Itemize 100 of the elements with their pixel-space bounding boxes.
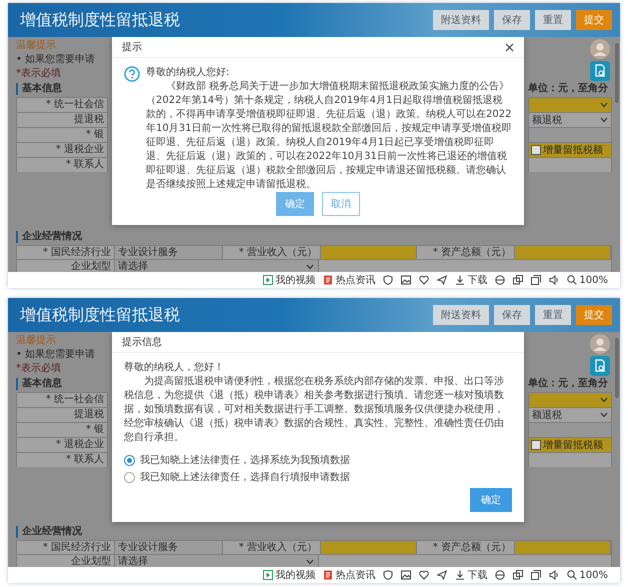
download-icon — [455, 570, 466, 580]
input-field[interactable] — [515, 541, 611, 554]
image-icon[interactable] — [401, 275, 412, 285]
field-label: * 联系人 — [16, 452, 108, 467]
field-label: 提退税 — [16, 407, 108, 422]
notice-title: 温馨提示 — [16, 39, 57, 53]
input-field[interactable] — [321, 246, 417, 259]
field-label: * 营业收入（元） — [223, 246, 321, 259]
field-label: * 国民经济行业 — [17, 541, 115, 554]
search-icon — [567, 570, 578, 580]
header-button[interactable]: 提交 — [576, 305, 612, 325]
layers-icon[interactable] — [513, 275, 524, 285]
field-label: * 资产总额（元） — [417, 246, 515, 259]
header-button[interactable]: 保存 — [494, 305, 530, 325]
dropdown-field[interactable]: 请选择 — [115, 555, 319, 567]
input-field[interactable] — [321, 541, 417, 554]
greeting-text: 尊敬的纳税人您好: — [146, 66, 230, 80]
search-icon — [567, 275, 578, 285]
page-title: 增值税制度性留抵退税 — [20, 10, 180, 30]
status-bar-button[interactable]: 我的视频 — [263, 568, 316, 582]
status-bar-button[interactable]: 100% — [567, 274, 608, 286]
radio-button[interactable] — [124, 472, 135, 482]
field-label: * 联系人 — [16, 157, 108, 172]
speaker-icon[interactable] — [549, 570, 560, 580]
heart-icon[interactable] — [419, 275, 430, 285]
speaker-icon[interactable] — [549, 275, 560, 285]
checkbox-label: 增量留抵税额 — [543, 144, 603, 157]
option-label[interactable]: 我已知晓上述法律责任，选择系统为我预填数据 — [140, 453, 350, 467]
field-label: * 银 — [16, 127, 108, 142]
value-field[interactable]: 专业设计服务 — [115, 246, 223, 259]
download-icon — [455, 275, 466, 285]
status-bar-button[interactable]: 下载 — [455, 273, 488, 287]
header-button[interactable]: 提交 — [576, 10, 612, 30]
radio-button[interactable] — [124, 454, 135, 466]
paper-plane-icon[interactable] — [437, 275, 448, 285]
image-icon[interactable] — [401, 570, 412, 580]
copy-icon[interactable] — [531, 570, 542, 580]
close-icon[interactable] — [505, 42, 514, 52]
paper-plane-icon[interactable] — [437, 570, 448, 580]
field-label: * 退税企业 — [16, 142, 108, 157]
field-label: 提退税 — [16, 112, 108, 127]
dialog-button[interactable]: 取消 — [322, 192, 360, 216]
required-note: *表示必填 — [16, 67, 62, 81]
dialog-title: 提示信息 — [122, 336, 162, 349]
section-title: 基本信息 — [16, 83, 62, 95]
field-label: * 资产总额（元） — [417, 541, 515, 554]
status-bar-button[interactable]: 下载 — [455, 568, 488, 582]
dropdown-field[interactable]: 额退税 — [528, 112, 612, 127]
status-bar-button[interactable]: 热点资讯 — [323, 273, 376, 287]
section-title: 企业经营情况 — [16, 526, 82, 538]
header-button[interactable]: 附送资料 — [433, 305, 489, 325]
question-icon — [124, 66, 140, 82]
document-icon — [323, 570, 334, 580]
document-search-icon[interactable] — [590, 356, 610, 376]
unit-note: 单位：元，至角分 — [528, 82, 609, 96]
notice-text: • 如果您需要申请 — [16, 348, 96, 362]
checkbox[interactable] — [531, 440, 541, 450]
document-search-icon[interactable] — [590, 61, 610, 81]
value-field[interactable]: 专业设计服务 — [115, 541, 223, 554]
heart-icon[interactable] — [419, 570, 430, 580]
status-bar-button[interactable]: 100% — [567, 570, 608, 580]
input-field[interactable] — [515, 246, 611, 259]
scrollbar-thumb[interactable] — [615, 338, 619, 398]
caret-icon — [600, 102, 608, 108]
checkbox-label: 增量留抵税额 — [543, 438, 603, 452]
text-field[interactable] — [528, 157, 612, 172]
dropdown-field[interactable]: 额退税 — [528, 407, 612, 422]
header-button[interactable]: 附送资料 — [433, 10, 489, 30]
field-label: 企业划型 — [17, 260, 115, 272]
caret-icon — [600, 117, 608, 123]
caret-icon — [600, 397, 608, 403]
shield-icon[interactable] — [383, 570, 394, 580]
status-bar-button[interactable]: 我的视频 — [263, 273, 316, 287]
copy-icon[interactable] — [531, 275, 542, 285]
notice-text: • 如果您需要申请 — [16, 53, 96, 67]
field-label: 企业划型 — [17, 555, 115, 567]
dropdown-field[interactable] — [528, 392, 612, 407]
unit-note: 单位：元，至角分 — [528, 376, 609, 391]
scrollbar-thumb[interactable] — [615, 43, 619, 103]
caret-icon — [306, 558, 314, 564]
header-button[interactable]: 保存 — [494, 10, 530, 30]
layers-icon[interactable] — [513, 570, 524, 580]
play-icon — [263, 570, 274, 580]
page-title: 增值税制度性留抵退税 — [20, 304, 180, 326]
field-label: * 统一社会信 — [16, 97, 108, 112]
checkbox[interactable] — [531, 145, 541, 155]
section-title: 基本信息 — [16, 378, 62, 390]
text-field[interactable] — [528, 452, 612, 467]
option-label[interactable]: 我已知晓上述法律责任，选择自行填报申请数据 — [140, 470, 350, 484]
header-button[interactable]: 重置 — [535, 305, 571, 325]
dialog-button[interactable]: 确定 — [470, 488, 512, 512]
status-bar-button[interactable]: 热点资讯 — [323, 568, 376, 582]
field-label: * 退税企业 — [16, 437, 108, 452]
field-label: * 国民经济行业 — [17, 246, 115, 259]
dropdown-field[interactable]: 请选择 — [115, 260, 319, 272]
header-button[interactable]: 重置 — [535, 10, 571, 30]
notice-paragraph: 《财政部 税务总局关于进一步加大增值税期末留抵退税政策实施力度的公告》（2022年第14号）第十条规定，纳税人自2019年4月1日起取得增值税留抵退税款的，不得再申请享受增值税即征即退、先征后返（退）政策。纳税人可以在2022年10月31日前一次性将已取得的留抵退税款全部缴回后，按规定申请享受增值税即征即退、先征后返（退）政策。纳税人自2019年4月1日起已享受增值税即征即退、先征后返（退）政策的，可以在2022年10月31日前一次性将已退还的增值税即征即退、先征后返（退）税款全部缴回后，按规定申请退还留抵税额。请您确认是否继续按照上述规定申请留抵退税。 — [146, 80, 512, 192]
play-icon — [263, 275, 274, 285]
dropdown-field[interactable] — [528, 97, 612, 112]
shield-icon[interactable] — [383, 275, 394, 285]
